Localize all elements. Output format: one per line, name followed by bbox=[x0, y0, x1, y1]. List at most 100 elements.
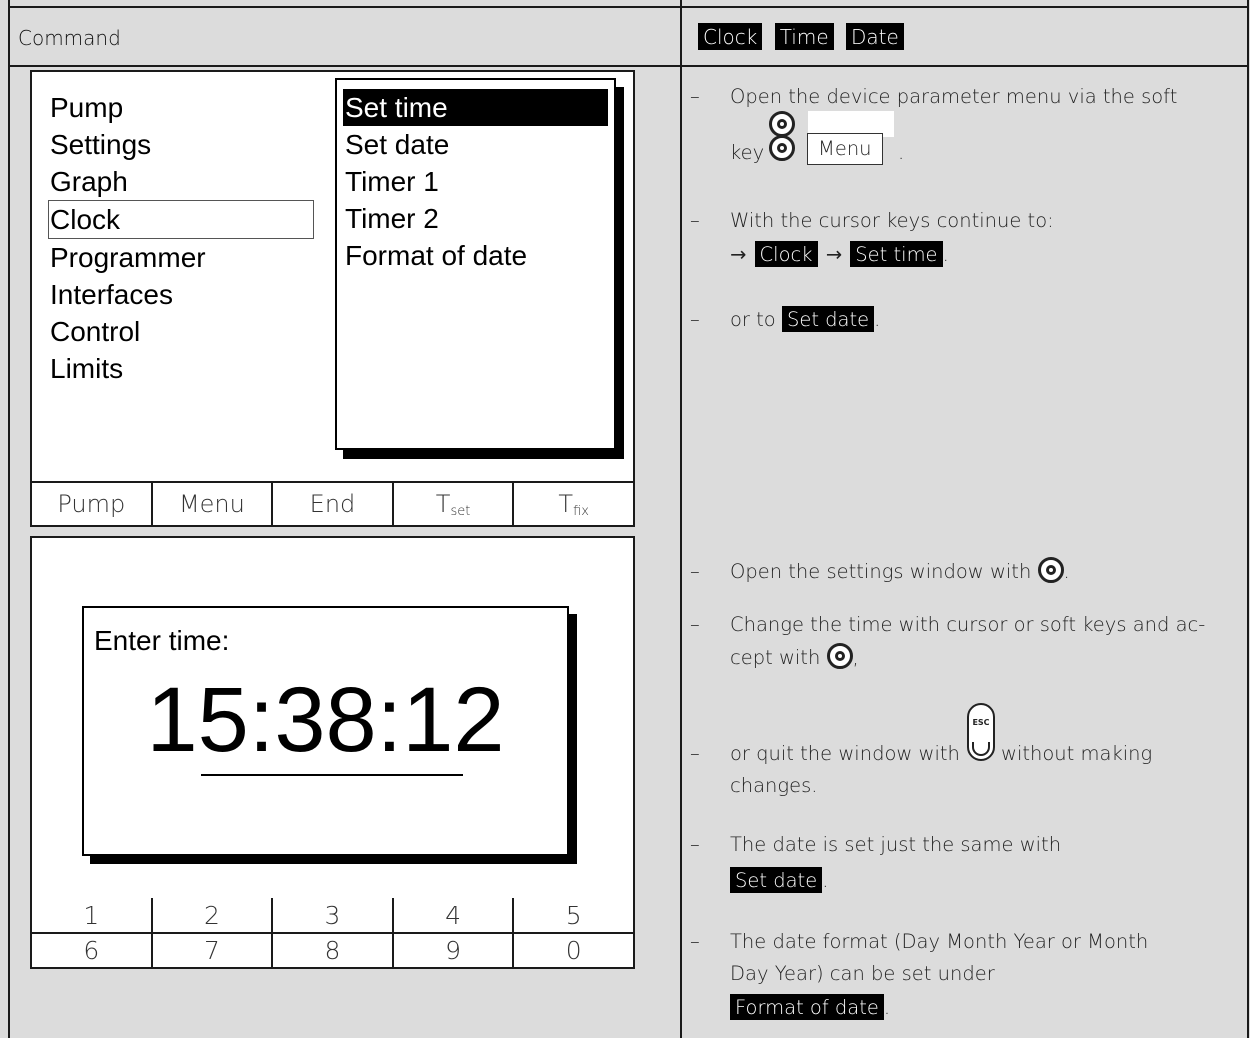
tag-set-date-ref: Set date bbox=[730, 867, 823, 894]
instruction-line-path: → Clock → Set time. bbox=[730, 237, 1238, 273]
numpad-key-7[interactable]: 7 bbox=[153, 934, 274, 967]
numpad-key-8[interactable]: 8 bbox=[273, 934, 394, 967]
instruction-line: Day Year) can be set under bbox=[730, 962, 995, 985]
menu-screen: Pump Settings Graph Clock Programmer Int… bbox=[30, 70, 635, 527]
table-right-border bbox=[1247, 0, 1249, 1038]
period: . bbox=[822, 869, 829, 892]
period: . bbox=[874, 308, 881, 331]
instruction-line: Format of date. bbox=[730, 990, 1238, 1026]
table-middle-border bbox=[680, 0, 682, 1038]
instruction-step-quit: – or quit the window with ESC without ma… bbox=[690, 695, 1238, 802]
tag-date: Date bbox=[846, 23, 904, 50]
menu-item-control[interactable]: Control bbox=[50, 313, 314, 350]
numpad-key-4[interactable]: 4 bbox=[394, 898, 515, 932]
instruction-step-date-same: – The date is set just the same with Set… bbox=[690, 827, 1238, 899]
softkey-tset-sub: set bbox=[450, 504, 471, 519]
bullet-dash: – bbox=[690, 85, 700, 108]
instruction-line: Change the time with cursor or soft keys… bbox=[730, 613, 1206, 636]
open-settings-text: Open the settings window with bbox=[730, 560, 1032, 583]
period: . bbox=[1063, 560, 1070, 583]
menu-item-programmer[interactable]: Programmer bbox=[50, 239, 314, 276]
submenu-item-set-date[interactable]: Set date bbox=[345, 126, 608, 163]
or-to-text: or to bbox=[730, 308, 776, 331]
bullet-dash: – bbox=[690, 833, 700, 856]
numpad-key-5[interactable]: 5 bbox=[514, 898, 633, 932]
softkey-tset[interactable]: Tset bbox=[394, 483, 515, 525]
enter-time-label: Enter time: bbox=[94, 625, 230, 656]
numpad-row-2: 6 7 8 9 0 bbox=[30, 934, 635, 969]
instruction-line: cept with , bbox=[730, 641, 1238, 674]
softkey-pump[interactable]: Pump bbox=[32, 483, 153, 525]
menu-item-limits[interactable]: Limits bbox=[50, 350, 314, 387]
period: . bbox=[942, 243, 949, 266]
time-value[interactable]: 15:38:12 bbox=[84, 670, 567, 770]
numpad-key-9[interactable]: 9 bbox=[394, 934, 515, 967]
menu-item-clock[interactable]: Clock bbox=[48, 200, 314, 239]
submenu-item-timer-2[interactable]: Timer 2 bbox=[345, 200, 608, 237]
bullet-dash: – bbox=[690, 308, 700, 331]
knob-icon bbox=[1037, 557, 1064, 583]
bullet-dash: – bbox=[690, 930, 700, 953]
main-menu-list: Pump Settings Graph Clock Programmer Int… bbox=[48, 89, 314, 387]
submenu-item-format-of-date[interactable]: Format of date bbox=[345, 237, 608, 274]
time-edit-underline bbox=[201, 774, 463, 776]
softkey-tfix-sub: fix bbox=[573, 504, 589, 519]
numpad-row-1: 1 2 3 4 5 bbox=[30, 898, 635, 934]
knob-icon bbox=[769, 111, 795, 137]
instruction-step-set-date: – or to Set date. bbox=[690, 302, 1238, 338]
menu-softkey-ref: Menu bbox=[807, 133, 883, 165]
softkey-tset-main: T bbox=[435, 490, 451, 518]
knob-icon bbox=[769, 135, 795, 161]
table-header-divider bbox=[8, 65, 1249, 67]
instruction-line: The date is set just the same with bbox=[730, 833, 1062, 856]
key-label: key bbox=[730, 141, 765, 164]
esc-key-icon: ESC bbox=[967, 703, 995, 761]
menu-item-settings[interactable]: Settings bbox=[50, 126, 314, 163]
submenu-item-set-time[interactable]: Set time bbox=[343, 89, 608, 126]
knob-icon bbox=[826, 643, 853, 669]
tag-set-date-ref: Set date bbox=[781, 306, 875, 333]
numpad-key-6[interactable]: 6 bbox=[32, 934, 153, 967]
command-header: Command bbox=[18, 26, 121, 50]
menu-item-graph[interactable]: Graph bbox=[50, 163, 314, 200]
bullet-dash: – bbox=[690, 560, 700, 583]
softkey-end[interactable]: End bbox=[273, 483, 394, 525]
numpad-key-3[interactable]: 3 bbox=[273, 898, 394, 932]
instruction-line-key: key Menu . bbox=[730, 111, 1238, 169]
instruction-line: or to Set date. bbox=[730, 302, 1238, 338]
tag-clock: Clock bbox=[698, 23, 763, 50]
submenu-list: Set time Set date Timer 1 Timer 2 Format… bbox=[343, 89, 608, 274]
tag-set-time-ref: Set time bbox=[850, 241, 943, 268]
softkey-tfix-main: T bbox=[558, 490, 574, 518]
instruction-step-cursor: – With the cursor keys continue to: → Cl… bbox=[690, 204, 1238, 273]
period: . bbox=[883, 996, 891, 1019]
tag-clock-ref: Clock bbox=[754, 241, 818, 268]
submenu-item-timer-1[interactable]: Timer 1 bbox=[345, 163, 608, 200]
instruction-line: Set date. bbox=[730, 863, 1238, 899]
bullet-dash: – bbox=[690, 742, 700, 765]
numpad-key-0[interactable]: 0 bbox=[514, 934, 633, 967]
menu-item-interfaces[interactable]: Interfaces bbox=[50, 276, 314, 313]
table-left-border bbox=[8, 0, 10, 1038]
menu-item-pump[interactable]: Pump bbox=[50, 89, 314, 126]
instruction-line: With the cursor keys continue to: bbox=[730, 209, 1054, 232]
enter-time-dialog: Enter time: 15:38:12 bbox=[82, 606, 569, 856]
instruction-line: The date format (Day Month Year or Month bbox=[730, 930, 1149, 953]
softkey-tfix[interactable]: Tfix bbox=[514, 483, 633, 525]
period: . bbox=[898, 141, 905, 164]
table-top-border bbox=[8, 6, 1249, 8]
bullet-dash: – bbox=[690, 613, 700, 636]
without-making-text: without making bbox=[1001, 742, 1153, 765]
header-tags: Clock Time Date bbox=[698, 23, 904, 50]
quit-text: or quit the window with bbox=[730, 742, 960, 765]
numpad-key-2[interactable]: 2 bbox=[153, 898, 274, 932]
instruction-line: Open the device parameter menu via the s… bbox=[730, 85, 1178, 108]
esc-label: ESC bbox=[972, 718, 990, 727]
accept-text: cept with bbox=[730, 646, 821, 669]
comma: , bbox=[852, 646, 859, 669]
softkey-row: Pump Menu End Tset Tfix bbox=[30, 481, 635, 527]
numpad-key-1[interactable]: 1 bbox=[32, 898, 153, 932]
tag-format-of-date-ref: Format of date bbox=[730, 994, 884, 1021]
softkey-menu[interactable]: Menu bbox=[153, 483, 274, 525]
submenu-popup: Set time Set date Timer 1 Timer 2 Format… bbox=[335, 78, 616, 450]
